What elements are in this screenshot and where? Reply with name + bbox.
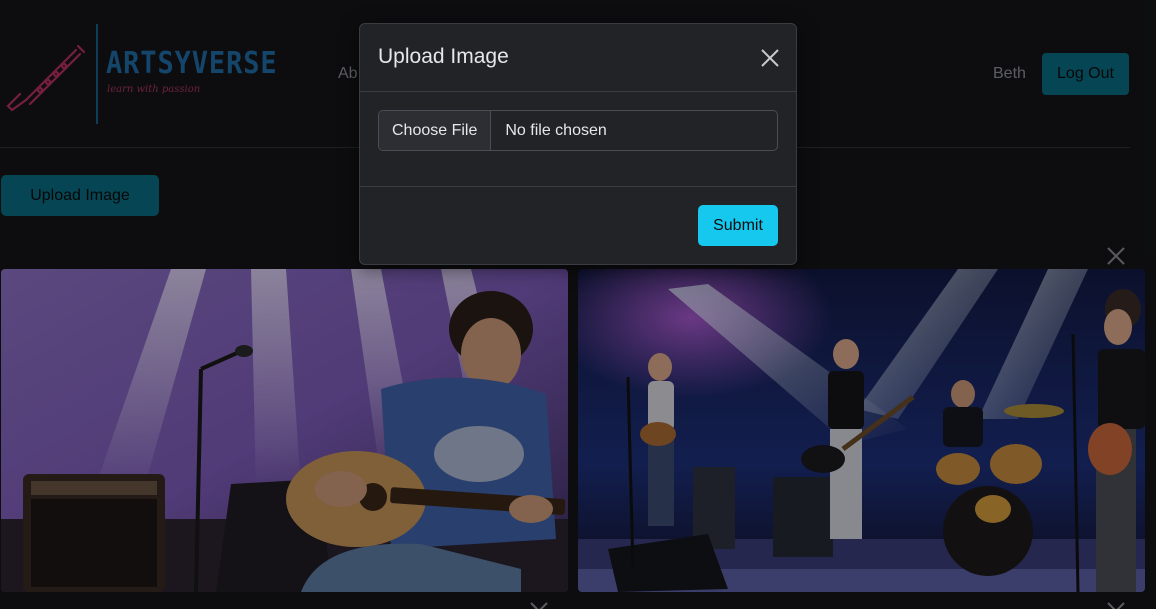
file-input[interactable]: Choose File No file chosen	[378, 110, 778, 151]
file-status-text: No file chosen	[505, 121, 607, 139]
upload-image-modal: Upload Image Choose File No file chosen …	[359, 23, 797, 265]
modal-close-button[interactable]	[758, 46, 782, 70]
choose-file-button[interactable]: Choose File	[379, 111, 492, 150]
modal-title: Upload Image	[378, 45, 509, 68]
modal-header: Upload Image	[360, 24, 796, 92]
close-icon	[761, 49, 779, 67]
submit-button[interactable]: Submit	[698, 205, 778, 246]
modal-body: Choose File No file chosen	[360, 92, 796, 187]
